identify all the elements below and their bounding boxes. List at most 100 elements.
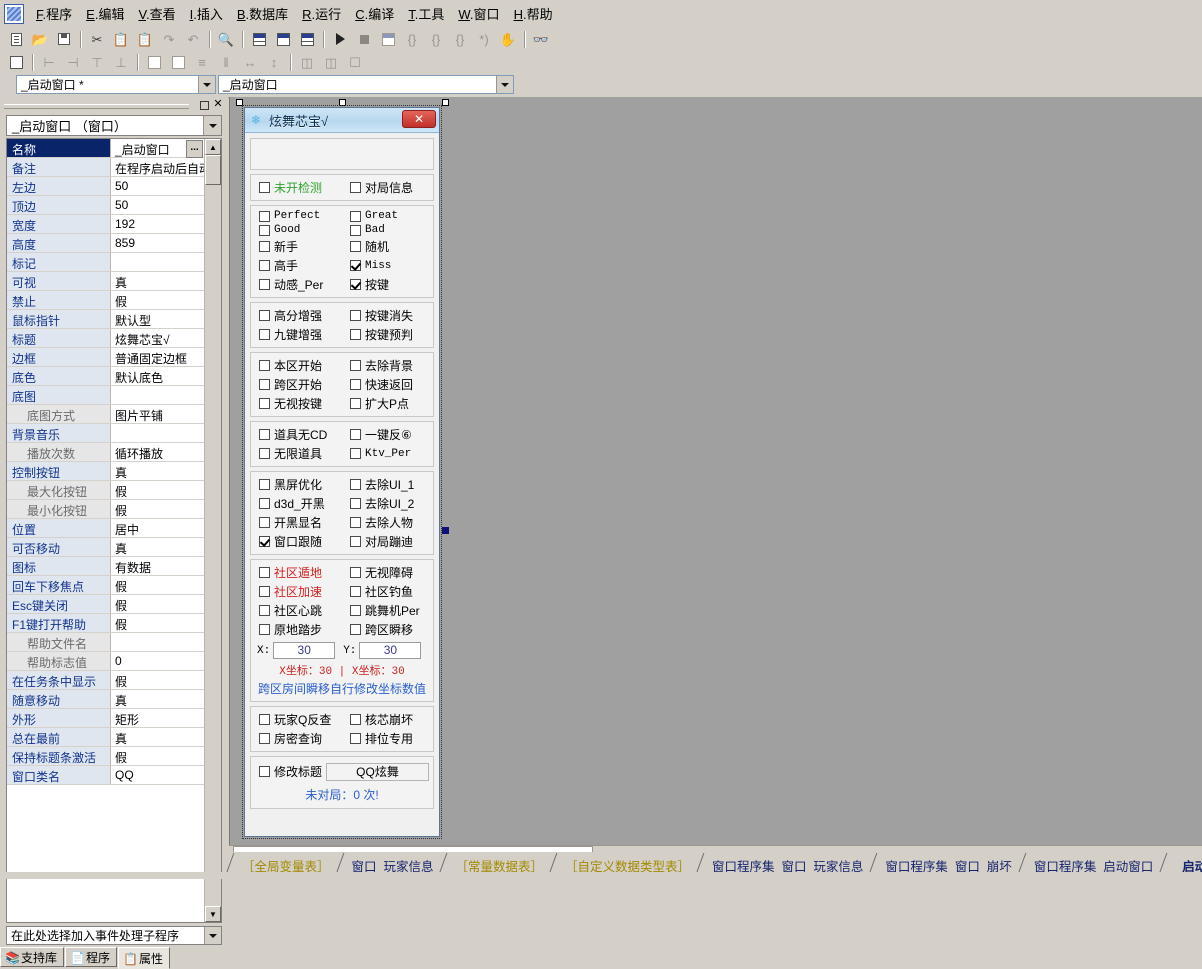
checkbox-box-icon[interactable] [350, 260, 361, 271]
property-row[interactable]: Esc键关闭假 [7, 595, 206, 614]
checkbox-march-in-place[interactable]: 原地踏步 [251, 620, 342, 639]
property-value[interactable]: 50 [111, 177, 206, 195]
checkbox-ignore-keys[interactable]: 无视按键 [251, 394, 342, 413]
property-value[interactable]: 假 [111, 614, 206, 632]
checkbox-room-password-query[interactable]: 房密查询 [251, 729, 342, 748]
checkbox-modify-title[interactable]: 修改标题 [259, 762, 322, 781]
property-value[interactable]: 0 [111, 652, 206, 670]
checkbox-box-icon[interactable] [350, 536, 361, 547]
checkbox-ignore-obstacles[interactable]: 无视障碍 [342, 563, 433, 582]
checkbox-random[interactable]: 随机 [342, 237, 433, 256]
checkbox-box-icon[interactable] [259, 360, 270, 371]
save-icon[interactable] [53, 29, 75, 49]
checkbox-box-icon[interactable] [350, 429, 361, 440]
checkbox-box-icon[interactable] [350, 733, 361, 744]
property-value[interactable]: 默认底色 [111, 367, 206, 385]
menu-view[interactable]: V.查看 [131, 1, 182, 26]
checkbox-detect-off[interactable]: 未开检测 [251, 178, 342, 197]
property-row[interactable]: 可视真 [7, 272, 206, 291]
property-value[interactable]: 有数据 [111, 557, 206, 575]
property-row[interactable]: 名称 _启动窗口 [7, 139, 206, 158]
chevron-down-icon[interactable] [203, 116, 221, 135]
property-row[interactable]: 底图方式 图片平铺 [7, 405, 206, 424]
checkbox-community-heartbeat[interactable]: 社区心跳 [251, 601, 342, 620]
checkbox-ranked-only[interactable]: 排位专用 [342, 729, 433, 748]
cut-icon[interactable]: ✂ [86, 29, 108, 49]
layout-columns-icon[interactable] [248, 29, 270, 49]
scroll-up-button[interactable]: ▲ [205, 139, 221, 155]
property-row[interactable]: 高度 859 [7, 234, 206, 253]
property-row[interactable]: F1键打开帮助假 [7, 614, 206, 633]
checkbox-high-score-boost[interactable]: 高分增强 [251, 306, 342, 325]
copy-icon[interactable]: 📋 [110, 29, 132, 49]
property-ellipsis-button[interactable]: ... [186, 140, 203, 158]
property-value[interactable]: 在程序启动后自动 [111, 158, 206, 176]
property-value[interactable] [111, 633, 206, 651]
panel-drag-grip[interactable] [4, 104, 189, 109]
property-row[interactable]: 底色 默认底色 [7, 367, 206, 386]
layout-rows-icon[interactable] [272, 29, 294, 49]
property-value[interactable]: 假 [111, 671, 206, 689]
checkbox-box-icon[interactable] [350, 182, 361, 193]
checkbox-blackout-show-name[interactable]: 开黑显名 [251, 513, 342, 532]
checkbox-keypress[interactable]: 按键 [342, 275, 433, 294]
property-value[interactable]: 假 [111, 595, 206, 613]
checkbox-box-icon[interactable] [350, 379, 361, 390]
checkbox-box-icon[interactable] [350, 210, 361, 222]
property-value[interactable]: 矩形 [111, 709, 206, 727]
checkbox-box-icon[interactable] [259, 379, 270, 390]
property-value[interactable]: 默认型 [111, 310, 206, 328]
checkbox-box-icon[interactable] [350, 586, 361, 597]
property-row[interactable]: 边框 普通固定边框 [7, 348, 206, 367]
designed-form-window[interactable]: ❄ 炫舞芯宝√ ✕ 未开检测 对局信息 Perfect Great Good B… [242, 105, 442, 839]
property-row[interactable]: 帮助文件名 [7, 633, 206, 652]
checkbox-box-icon[interactable] [259, 498, 270, 509]
checkbox-great[interactable]: Great [342, 209, 433, 223]
property-value[interactable]: 炫舞芯宝√ [111, 329, 206, 347]
checkbox-box-icon[interactable] [350, 567, 361, 578]
checkbox-box-icon[interactable] [350, 279, 361, 290]
property-value[interactable]: 假 [111, 500, 206, 518]
find-in-page-icon[interactable]: 🔍 [215, 29, 237, 49]
checkbox-dance-machine-per[interactable]: 跳舞机Per [342, 601, 433, 620]
property-value[interactable]: 192 [111, 215, 206, 233]
checkbox-box-icon[interactable] [259, 310, 270, 321]
property-row[interactable]: 底图 [7, 386, 206, 405]
checkbox-match-info[interactable]: 对局信息 [342, 178, 433, 197]
checkbox-box-icon[interactable] [259, 260, 270, 271]
checkbox-box-icon[interactable] [259, 586, 270, 597]
menu-insert[interactable]: I.插入 [183, 1, 230, 26]
property-row[interactable]: 备注 在程序启动后自动 [7, 158, 206, 177]
panel-tab-library[interactable]: 📚 支持库 [0, 947, 65, 967]
checkbox-box-icon[interactable] [350, 241, 361, 252]
property-row[interactable]: 背景音乐 [7, 424, 206, 443]
checkbox-dynamic-per[interactable]: 动感_Per [251, 275, 342, 294]
checkbox-remove-characters[interactable]: 去除人物 [342, 513, 433, 532]
checkbox-box-icon[interactable] [259, 536, 270, 547]
chevron-down-icon[interactable] [496, 76, 513, 93]
event-handler-combo[interactable]: 在此处选择加入事件处理子程序 [6, 926, 222, 945]
checkbox-box-icon[interactable] [259, 448, 270, 459]
property-row[interactable]: 鼠标指针 默认型 [7, 310, 206, 329]
checkbox-community-fishing[interactable]: 社区钓鱼 [342, 582, 433, 601]
checkbox-bad[interactable]: Bad [342, 223, 433, 237]
project-item-combo[interactable]: _启动窗口 * [16, 75, 216, 94]
menu-window[interactable]: W.窗口 [451, 1, 506, 26]
checkbox-cross-region-start[interactable]: 跨区开始 [251, 375, 342, 394]
property-value[interactable]: 真 [111, 462, 206, 480]
property-row[interactable]: 帮助标志值 0 [7, 652, 206, 671]
new-document-icon[interactable] [5, 29, 27, 49]
property-row[interactable]: 最大化按钮假 [7, 481, 206, 500]
resize-handle-top-center[interactable] [339, 99, 346, 106]
checkbox-remove-background[interactable]: 去除背景 [342, 356, 433, 375]
window-selector-combo[interactable]: _启动窗口 [218, 75, 514, 94]
property-value[interactable] [111, 386, 206, 404]
checkbox-nine-key-boost[interactable]: 九键增强 [251, 325, 342, 344]
checkbox-box-icon[interactable] [350, 605, 361, 616]
resize-handle-top-left[interactable] [236, 99, 243, 106]
property-value[interactable]: 居中 [111, 519, 206, 537]
resize-handle-middle-right[interactable] [442, 527, 449, 534]
property-row[interactable]: 位置 居中 [7, 519, 206, 538]
property-row[interactable]: 控制按钮真 [7, 462, 206, 481]
property-scrollbar[interactable]: ▲ ▼ [204, 139, 221, 922]
